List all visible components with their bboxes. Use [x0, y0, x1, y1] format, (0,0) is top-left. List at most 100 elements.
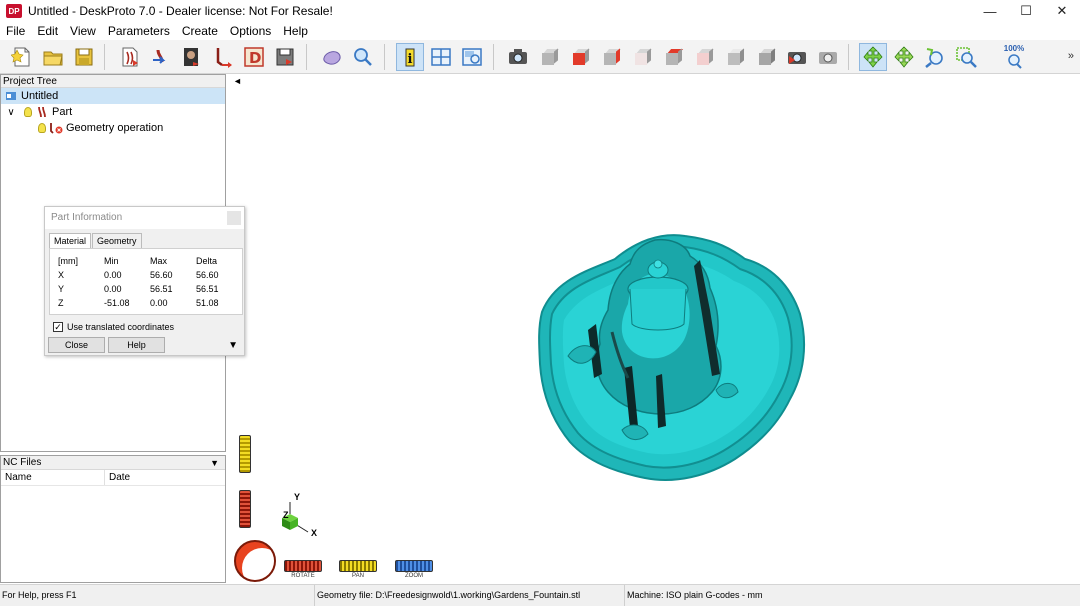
magnifier-icon[interactable] — [349, 43, 377, 71]
camera-icon[interactable] — [504, 43, 532, 71]
checkbox-mark[interactable]: ✓ — [53, 322, 63, 332]
menu-edit[interactable]: Edit — [31, 22, 64, 40]
status-machine: Machine: ISO plain G-codes - mm — [624, 585, 864, 606]
zoom-slider[interactable] — [395, 560, 433, 572]
axis-z-label: Z — [283, 510, 289, 520]
zoom-100-icon[interactable]: 100% — [1000, 43, 1028, 71]
nc-files-header: NC Files ▼ — [1, 456, 225, 470]
menu-create[interactable]: Create — [176, 22, 224, 40]
dialog-title: Part Information — [45, 207, 244, 229]
expand-dialog-icon[interactable]: ▼ — [228, 340, 238, 351]
toolpath-icon[interactable] — [209, 43, 237, 71]
maximize-button[interactable]: ☐ — [1008, 0, 1044, 22]
view-refresh-icon[interactable] — [814, 43, 842, 71]
info-icon[interactable]: i — [396, 43, 424, 71]
project-icon — [4, 90, 18, 102]
translated-coordinates-checkbox[interactable]: ✓ Use translated coordinates — [53, 322, 174, 332]
tree-label: Untitled — [21, 90, 59, 102]
tree-item-untitled[interactable]: Untitled — [1, 88, 225, 104]
part-image-icon[interactable] — [178, 43, 206, 71]
part-move-icon[interactable] — [147, 43, 175, 71]
geometry-error-icon — [49, 122, 63, 134]
header-min: Min — [104, 256, 119, 266]
header-unit: [mm] — [58, 256, 78, 266]
view-front-icon[interactable] — [535, 43, 563, 71]
help-button[interactable]: Help — [108, 337, 165, 353]
zoom-window-icon[interactable] — [952, 43, 980, 71]
save-disk-icon[interactable] — [70, 43, 98, 71]
header-delta: Delta — [196, 256, 218, 266]
rotate-slider[interactable] — [284, 560, 322, 572]
chevron-down-icon[interactable]: ∨ — [4, 106, 18, 118]
tree-label: Part — [52, 106, 73, 118]
column-header-date[interactable]: Date — [105, 470, 130, 485]
table-header-row: [mm] Min Max Delta — [50, 255, 244, 268]
status-bar: For Help, press F1 Geometry file: D:\Fre… — [0, 584, 1080, 606]
pan-mode-icon[interactable] — [890, 43, 918, 71]
title-bar: DP Untitled - DeskProto 7.0 - Dealer lic… — [0, 0, 1080, 22]
close-button[interactable]: Close — [48, 337, 105, 353]
menu-file[interactable]: File — [0, 22, 31, 40]
toolbar-more-button[interactable]: » — [1068, 50, 1074, 62]
zoom-in-icon[interactable] — [921, 43, 949, 71]
menu-parameters[interactable]: Parameters — [102, 22, 176, 40]
tree-item-geometry-operation[interactable]: Geometry operation — [1, 120, 225, 136]
project-tree-header: Project Tree — [1, 75, 225, 88]
svg-text:i: i — [408, 52, 413, 67]
part-information-dialog: Part Information Material Geometry [mm] … — [44, 206, 245, 356]
view-left-icon[interactable] — [628, 43, 656, 71]
vertical-pan-slider[interactable] — [239, 435, 251, 473]
table-row: Z -51.08 0.00 51.08 — [58, 298, 219, 308]
view-iso1-icon[interactable] — [721, 43, 749, 71]
menu-options[interactable]: Options — [224, 22, 277, 40]
rotate-wheel[interactable] — [234, 540, 276, 582]
3d-viewport[interactable] — [230, 74, 1080, 582]
checkbox-label: Use translated coordinates — [67, 322, 175, 332]
part-icon — [35, 106, 49, 118]
tree-label: Geometry operation — [66, 122, 164, 134]
app-logo-icon: DP — [6, 4, 22, 18]
view-iso2-icon[interactable] — [752, 43, 780, 71]
view-right-icon[interactable] — [566, 43, 594, 71]
new-file-icon[interactable] — [8, 43, 36, 71]
vertical-rotate-slider[interactable] — [239, 490, 251, 528]
tab-geometry[interactable]: Geometry — [92, 233, 142, 249]
tab-material[interactable]: Material — [49, 233, 92, 249]
view-bottom-icon[interactable] — [690, 43, 718, 71]
menu-help[interactable]: Help — [277, 22, 314, 40]
pan-slider[interactable] — [339, 560, 377, 572]
nc-files-columns: Name Date — [1, 470, 225, 486]
dialog-close-icon[interactable] — [227, 211, 241, 225]
dialog-tabs: Material Geometry — [49, 233, 143, 249]
viewport-icon[interactable] — [427, 43, 455, 71]
menu-bar: File Edit View Parameters Create Options… — [0, 22, 1080, 40]
export-disk-icon[interactable] — [271, 43, 299, 71]
close-window-button[interactable]: ✕ — [1044, 0, 1080, 22]
header-max: Max — [150, 256, 168, 266]
rotate-label: ROTATE — [291, 573, 315, 579]
nc-files-dropdown-icon[interactable]: ▼ — [210, 456, 219, 470]
display-icon[interactable] — [458, 43, 486, 71]
tree-item-part[interactable]: ∨ Part — [1, 104, 225, 120]
shape-icon[interactable] — [318, 43, 346, 71]
import-geometry-icon[interactable] — [116, 43, 144, 71]
column-header-name[interactable]: Name — [1, 470, 105, 485]
collapse-panel-icon[interactable]: ◄ — [233, 76, 242, 86]
axes-indicator: Y Z X — [278, 492, 328, 542]
view-back-icon[interactable] — [597, 43, 625, 71]
view-top-icon[interactable] — [659, 43, 687, 71]
zoom-label: ZOOM — [405, 573, 423, 579]
axis-y-label: Y — [294, 492, 301, 502]
fountain-model — [538, 234, 806, 481]
view-reset-icon[interactable] — [783, 43, 811, 71]
dimensions-table: [mm] Min Max Delta X 0.00 56.60 56.60 Y … — [49, 248, 243, 315]
table-row: Y 0.00 56.51 56.51 — [58, 284, 219, 294]
menu-view[interactable]: View — [64, 22, 102, 40]
d-letter-icon[interactable]: D — [240, 43, 268, 71]
minimize-button[interactable]: — — [972, 0, 1008, 22]
nc-files-panel: NC Files ▼ Name Date — [0, 455, 226, 583]
rotate-mode-icon[interactable] — [859, 43, 887, 71]
open-folder-icon[interactable] — [39, 43, 67, 71]
bulb-icon[interactable] — [21, 106, 35, 118]
bulb-icon[interactable] — [35, 122, 49, 134]
